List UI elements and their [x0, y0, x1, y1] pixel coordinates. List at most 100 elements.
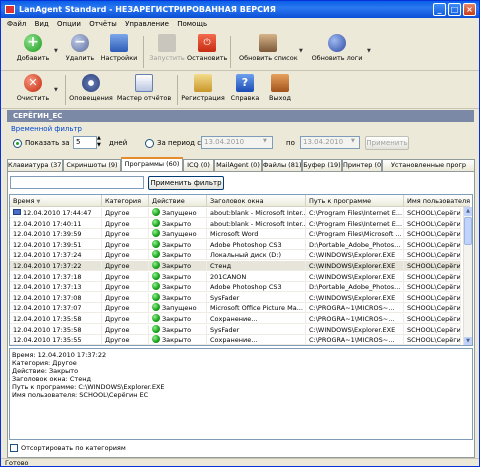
cell-category: Другое [102, 292, 149, 303]
column-category[interactable]: Категория [102, 195, 149, 207]
register-icon [194, 74, 212, 92]
alerts-button[interactable]: Оповещения [69, 74, 113, 102]
cell-action: Запущено [149, 229, 207, 240]
maximize-button[interactable]: □ [448, 3, 461, 16]
cell-title: Стенд [207, 261, 306, 271]
status-icon [152, 324, 160, 333]
table-row[interactable]: 12.04.2010 17:37:24 Другое Закрыто Локальны… [10, 250, 461, 261]
column-action[interactable]: Действие [149, 195, 207, 207]
tab-installed-programs[interactable]: Установленные прогр [382, 159, 475, 171]
tab-screenshots[interactable]: Скриншоты (9) [63, 159, 121, 171]
cell-text: C:\Program Files\Microsoft ... [309, 230, 402, 239]
status-icon [152, 271, 160, 280]
cell-text: 12.04.2010 17:37:13 [13, 283, 82, 292]
cell-text: Adobe Photoshop CS3 [210, 240, 282, 249]
scroll-down-arrow[interactable]: ▼ [464, 337, 472, 345]
tab-clipboard[interactable]: Буфер (19) [302, 159, 342, 171]
cell-text: Закрыто [162, 293, 192, 302]
period-label: За период с [157, 139, 202, 147]
table-row[interactable]: 12.04.2010 17:39:59 Другое Запущено Microso… [10, 229, 461, 240]
scroll-thumb[interactable] [464, 217, 472, 245]
menu-view[interactable]: Вид [35, 20, 49, 28]
tab-keyboard[interactable]: Клавиатура (37) [7, 159, 63, 171]
status-icon [152, 314, 160, 322]
menu-file[interactable]: Файл [7, 20, 26, 28]
register-button[interactable]: Регистрация [181, 74, 225, 102]
cell-time: 12.04.2010 17:39:59 [10, 229, 102, 240]
menu-manage[interactable]: Управление [125, 20, 169, 28]
table-row[interactable]: 12.04.2010 17:40:11 Другое Закрыто about:bl… [10, 218, 461, 229]
close-button[interactable]: × [463, 3, 476, 16]
period-radio[interactable] [145, 139, 154, 148]
cell-text: C:\WINDOWS\Explorer.EXE [309, 325, 396, 334]
add-button[interactable]: + Добавить [13, 34, 53, 62]
date-from-dropdown-arrow[interactable]: ▼ [263, 138, 267, 144]
column-time[interactable]: Время ▼ [10, 195, 102, 207]
menu-help[interactable]: Помощь [177, 20, 207, 28]
app-icon [5, 5, 15, 14]
clear-dropdown-arrow[interactable]: ▼ [54, 87, 58, 93]
table-row[interactable]: 12.04.2010 17:44:47 Другое Запущено about:b… [10, 208, 461, 218]
cell-text: Закрыто [162, 262, 192, 270]
table-row[interactable]: 12.04.2010 17:37:18 Другое Закрыто 201CANON… [10, 271, 461, 282]
minimize-button[interactable]: _ [433, 3, 446, 16]
tab-icq[interactable]: ICQ (0) [183, 159, 214, 171]
start-button[interactable]: Запустить [147, 34, 187, 62]
cell-category: Другое [102, 324, 149, 335]
days-spinner[interactable]: ▲ ▼ [97, 135, 101, 149]
clear-button[interactable]: ✕ Очистить [13, 74, 53, 102]
apply-filter-button[interactable]: Применить фильтр [148, 176, 224, 190]
table-row[interactable]: 12.04.2010 17:37:07 Другое Запущено Microso… [10, 303, 461, 314]
table-row[interactable]: 12.04.2010 17:35:55 Другое Закрыто Сохранен… [10, 335, 461, 345]
tab-mailagent[interactable]: MailAgent (0) [214, 159, 262, 171]
exit-button[interactable]: Выход [265, 74, 295, 102]
cell-action: Закрыто [149, 261, 207, 271]
screenshot-icon [13, 209, 21, 215]
tab-files[interactable]: Файлы (81) [262, 159, 302, 171]
table-row[interactable]: 12.04.2010 17:39:51 Другое Закрыто Adobe Ph… [10, 239, 461, 250]
cell-text: SysFader [210, 293, 240, 302]
show-last-radio[interactable] [13, 139, 22, 148]
cell-time: 12.04.2010 17:39:51 [10, 239, 102, 250]
stop-button[interactable]: ⏻ Остановить [187, 34, 227, 62]
cell-text: Закрыто [162, 283, 192, 292]
filter-text-input[interactable] [10, 176, 144, 189]
scroll-up-arrow[interactable]: ▲ [464, 207, 472, 216]
add-dropdown-arrow[interactable]: ▼ [54, 48, 58, 54]
cell-title: Adobe Photoshop CS3 [207, 239, 306, 250]
tab-programs[interactable]: Программы (60) [121, 157, 183, 171]
grid-vertical-scrollbar[interactable]: ▲ ▼ [463, 207, 472, 345]
sort-by-category-checkbox[interactable] [10, 444, 18, 452]
table-row[interactable]: 12.04.2010 17:35:58 Другое Закрыто Сохранен… [10, 314, 461, 324]
cell-text: Другое [105, 304, 130, 313]
table-row[interactable]: 12.04.2010 17:37:13 Другое Закрыто Adobe Ph… [10, 282, 461, 293]
menu-options[interactable]: Опции [57, 20, 81, 28]
column-program-path[interactable]: Путь к программе [306, 195, 404, 207]
tab-printer[interactable]: Принтер (0) [342, 159, 382, 171]
report-wizard-button[interactable]: Мастер отчётов [115, 74, 173, 102]
update-list-button[interactable]: Обновить список [239, 34, 298, 62]
apply-filter-period-button[interactable]: Применить [365, 136, 409, 150]
separator [230, 36, 231, 68]
tab-panel: Применить фильтр Время ▼ Категория Дейст… [7, 171, 475, 458]
help-button[interactable]: ? Справка [229, 74, 261, 102]
cell-path: C:\WINDOWS\Explorer.EXE [306, 292, 404, 303]
cell-action: Запущено [149, 303, 207, 314]
cell-time: 12.04.2010 17:37:13 [10, 282, 102, 293]
cell-text: Закрыто [162, 272, 192, 281]
column-user-name[interactable]: Имя пользователя [404, 195, 472, 207]
table-row[interactable]: 12.04.2010 17:35:58 Другое Закрыто SysFader… [10, 324, 461, 335]
update-list-dropdown-arrow[interactable]: ▼ [299, 48, 303, 54]
days-input[interactable]: 5 [73, 136, 97, 149]
column-window-title[interactable]: Заголовок окна [207, 195, 306, 207]
date-to-dropdown-arrow[interactable]: ▼ [351, 138, 355, 144]
stop-icon: ⏻ [198, 34, 216, 52]
remove-button[interactable]: − Удалить [63, 34, 97, 62]
table-row[interactable]: 12.04.2010 17:37:22 Другое Закрыто Стенд C:\… [10, 261, 461, 271]
settings-icon [110, 34, 128, 52]
update-logs-button[interactable]: Обновить логи [311, 34, 363, 62]
table-row[interactable]: 12.04.2010 17:37:08 Другое Закрыто SysFader… [10, 292, 461, 303]
update-logs-dropdown-arrow[interactable]: ▼ [367, 48, 371, 54]
settings-button[interactable]: Настройки [99, 34, 139, 62]
menu-reports[interactable]: Отчёты [89, 20, 117, 28]
